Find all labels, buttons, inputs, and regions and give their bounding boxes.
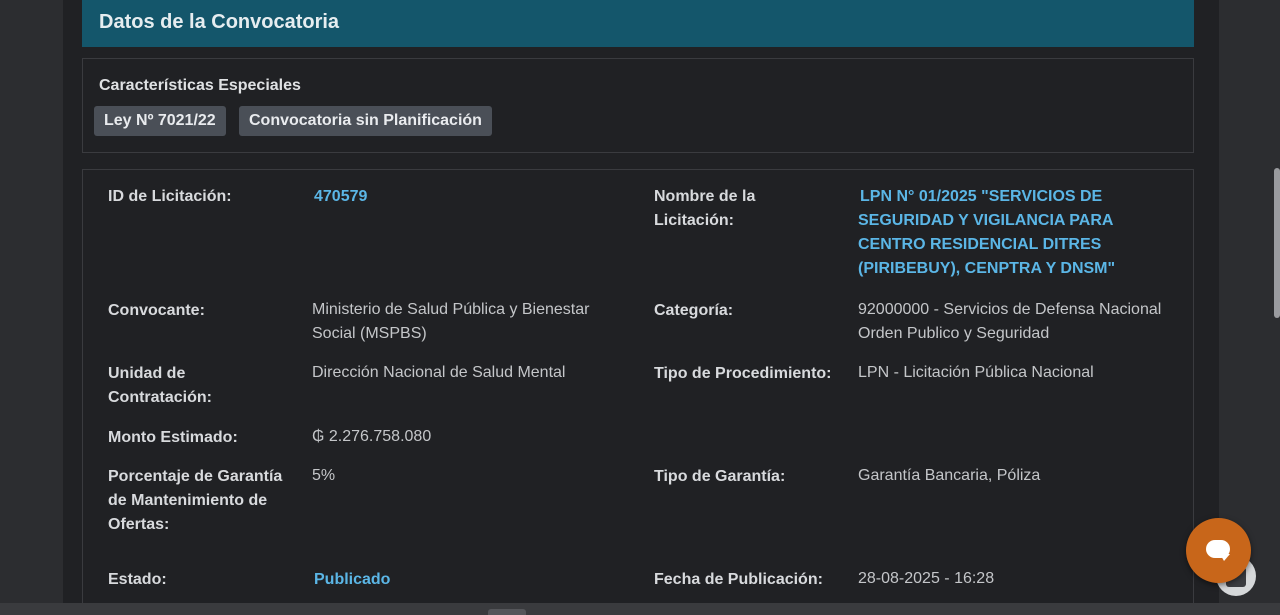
bottom-bar: [0, 603, 1280, 615]
nombre-line: SEGURIDAD Y VIGILANCIA PARA: [858, 212, 1114, 229]
nombre-line: CENTRO RESIDENCIAL DITRES: [858, 236, 1102, 253]
tipo-garantia-label: Tipo de Garantía:: [654, 468, 786, 485]
estado-label: Estado:: [108, 571, 167, 588]
tipo-procedimiento-value: LPN - Licitación Pública Nacional: [858, 364, 1094, 381]
section-title: Datos de la Convocatoria: [99, 11, 340, 33]
id-link[interactable]: 470579: [314, 185, 367, 209]
convocante-value: Ministerio de Salud Pública y Bienestar …: [312, 298, 589, 346]
nombre-line: (PIRIBEBUY), CENPTRA Y DNSM": [858, 260, 1116, 277]
convocante-line: Social (MSPBS): [312, 325, 427, 342]
badge-sin-planificacion: Convocatoria sin Planificación: [239, 106, 492, 136]
monto-value: ₲ 2.276.758.080: [312, 428, 432, 445]
nombre-label-line: Licitación:: [654, 212, 735, 229]
special-characteristics-title: Características Especiales: [99, 77, 301, 94]
chat-button[interactable]: [1186, 518, 1251, 583]
left-gutter: [0, 0, 63, 603]
convocante-line: Ministerio de Salud Pública y Bienestar: [312, 301, 590, 318]
categoria-value: 92000000 - Servicios de Defensa Nacional…: [858, 298, 1161, 346]
scrollbar-thumb[interactable]: [1274, 168, 1280, 318]
categoria-line: Orden Publico y Seguridad: [858, 325, 1050, 342]
monto-label: Monto Estimado:: [108, 429, 238, 446]
estado-link[interactable]: Publicado: [314, 568, 390, 592]
badge-ley: Ley Nº 7021/22: [94, 106, 226, 136]
chat-bubble-tail: [1220, 554, 1230, 561]
nombre-line: LPN N° 01/2025 "SERVICIOS DE: [860, 188, 1103, 205]
right-gutter: [1219, 0, 1280, 603]
porcentaje-label-line: Porcentaje de Garantía: [108, 468, 283, 485]
porcentaje-garantia-label: Porcentaje de Garantía de Mantenimiento …: [108, 465, 282, 537]
porcentaje-label-line: Ofertas:: [108, 516, 170, 533]
special-characteristics-panel: Características Especiales Ley Nº 7021/2…: [82, 58, 1194, 153]
id-label: ID de Licitación:: [108, 188, 232, 205]
categoria-label: Categoría:: [654, 302, 734, 319]
tipo-procedimiento-label: Tipo de Procedimiento:: [654, 365, 832, 382]
section-header: Datos de la Convocatoria: [82, 0, 1194, 47]
nombre-link[interactable]: LPN N° 01/2025 "SERVICIOS DE SEGURIDAD Y…: [858, 185, 1115, 281]
fecha-publicacion-value: 28-08-2025 - 16:28: [858, 570, 995, 587]
porcentaje-label-line: de Mantenimiento de: [108, 492, 268, 509]
nombre-label: Nombre de la Licitación:: [654, 185, 755, 233]
unidad-label-line: Unidad de: [108, 365, 186, 382]
tender-details-panel: ID de Licitación: 470579 Nombre de la Li…: [82, 169, 1194, 611]
unidad-label: Unidad de Contratación:: [108, 362, 212, 410]
convocante-label: Convocante:: [108, 302, 205, 319]
unidad-label-line: Contratación:: [108, 389, 212, 406]
fecha-publicacion-label: Fecha de Publicación:: [654, 571, 823, 588]
nombre-label-line: Nombre de la: [654, 188, 756, 205]
unidad-value: Dirección Nacional de Salud Mental: [312, 364, 566, 381]
porcentaje-garantia-value: 5%: [312, 467, 336, 484]
bottom-handle[interactable]: [488, 609, 526, 615]
tipo-garantia-value: Garantía Bancaria, Póliza: [858, 467, 1041, 484]
categoria-line: 92000000 - Servicios de Defensa Nacional: [858, 301, 1162, 318]
